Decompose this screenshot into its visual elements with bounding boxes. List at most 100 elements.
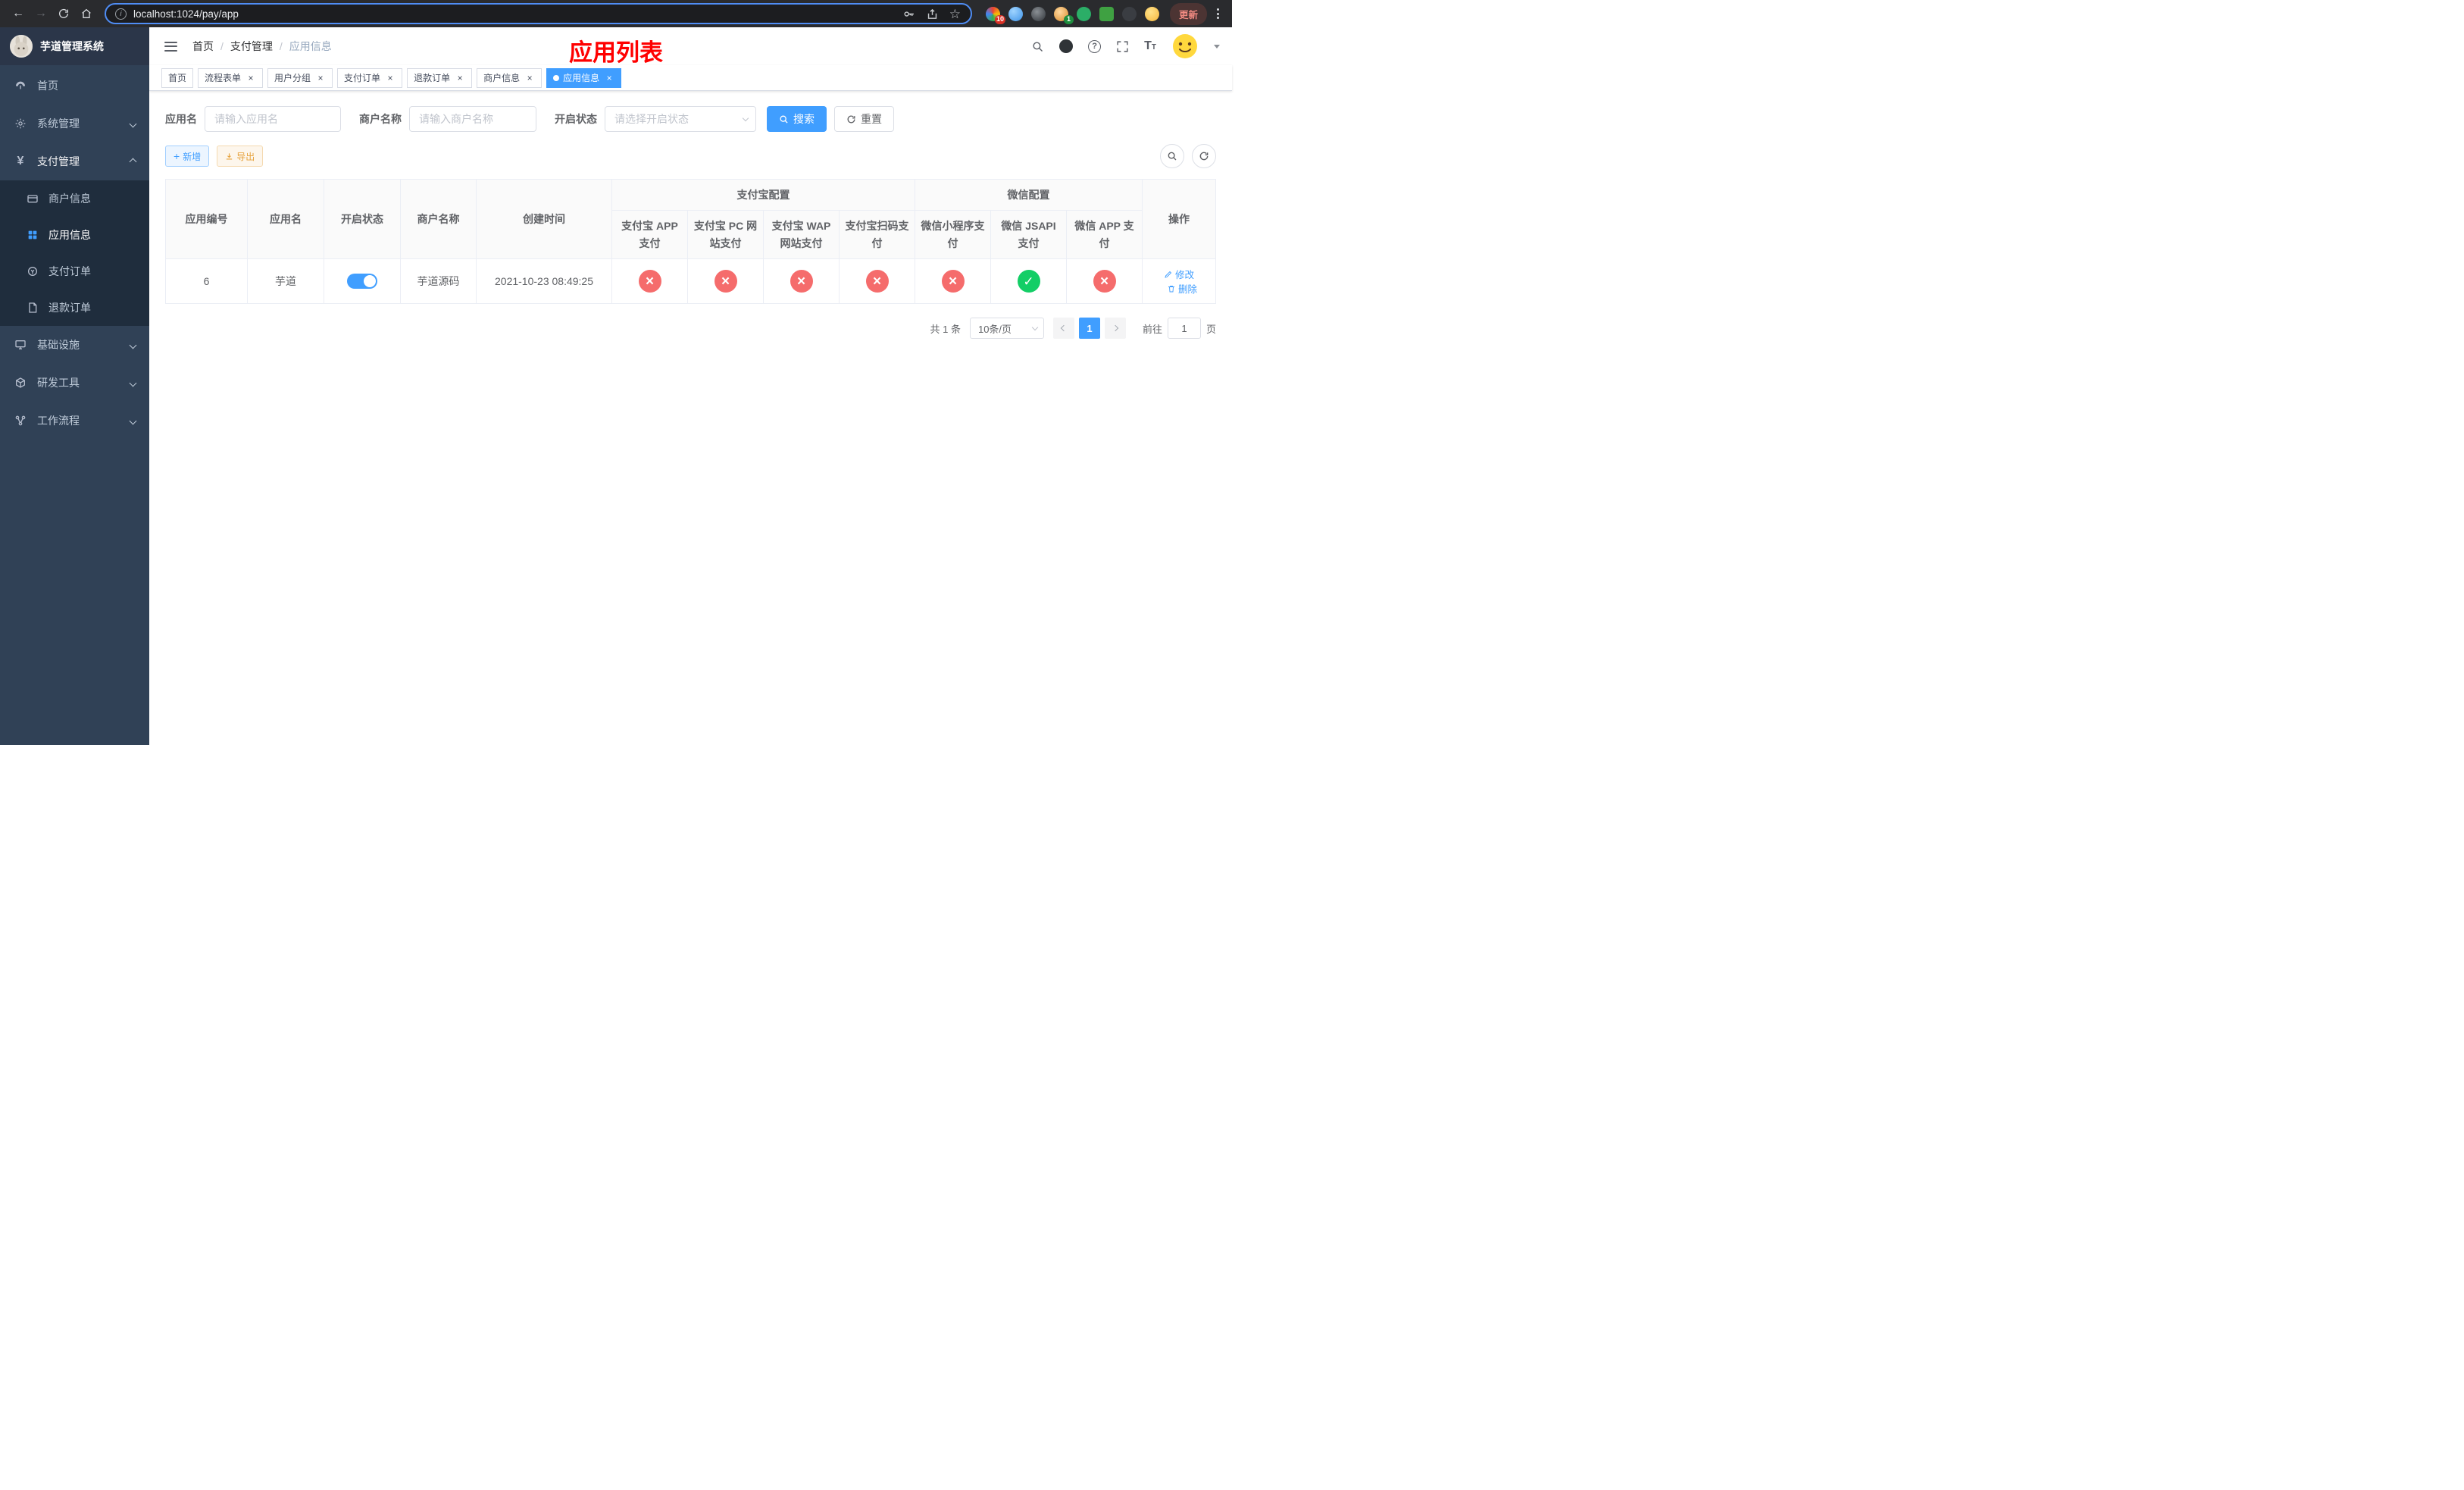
tab-app-info[interactable]: 应用信息: [546, 67, 622, 88]
trash-icon: [1168, 285, 1174, 293]
wx-mini-status-icon: [941, 270, 965, 293]
sidebar: 芋道管理系统 首页 系统管理 ¥ 支付管理 商户信息 应用信息 支付订单 退款订…: [0, 27, 149, 745]
close-icon[interactable]: [455, 73, 465, 83]
search-button[interactable]: 搜索: [767, 106, 827, 132]
tab-process-form[interactable]: 流程表单: [198, 67, 264, 88]
col-header-actions: 操作: [1142, 178, 1216, 260]
sidebar-toggle-icon[interactable]: [161, 39, 180, 55]
page-size-select[interactable]: 10条/页: [969, 318, 1044, 340]
refresh-icon: [1199, 152, 1209, 161]
font-size-icon[interactable]: TT: [1144, 40, 1156, 52]
chevron-left-icon: [1060, 324, 1068, 332]
status-select[interactable]: 请选择开启状态: [605, 106, 756, 132]
extension-blue-icon[interactable]: [1008, 6, 1023, 21]
cell-status: [324, 258, 401, 305]
extension-badge: 10: [994, 14, 1005, 24]
status-toggle[interactable]: [347, 274, 377, 290]
col-header-merchant: 商户名称: [400, 178, 477, 260]
col-header-app-name: 应用名: [247, 178, 324, 260]
sidebar-item-label: 基础设施: [37, 339, 80, 351]
extension-dark-sphere-icon[interactable]: [1030, 6, 1046, 21]
help-icon[interactable]: ?: [1088, 39, 1102, 53]
merchant-name-input[interactable]: [409, 106, 536, 132]
pagination-total: 共 1 条: [930, 323, 961, 335]
sidebar-item-home[interactable]: 首页: [0, 67, 149, 105]
prev-page-button[interactable]: [1052, 318, 1074, 340]
share-icon[interactable]: [926, 8, 939, 20]
table-toolbar: 新增 导出: [165, 144, 1216, 168]
plus-icon: [174, 151, 180, 161]
navbar-actions: ? TT: [1031, 33, 1220, 60]
close-icon[interactable]: [315, 73, 326, 83]
tab-refund-order[interactable]: 退款订单: [407, 67, 473, 88]
forward-button[interactable]: →: [30, 3, 52, 24]
sidebar-item-pay-order[interactable]: 支付订单: [0, 253, 149, 290]
tab-pay-order[interactable]: 支付订单: [337, 67, 403, 88]
search-icon[interactable]: [1031, 40, 1044, 53]
address-bar[interactable]: i localhost:1024/pay/app ☆: [105, 3, 972, 24]
chevron-right-icon: [1112, 324, 1119, 332]
refresh-button[interactable]: [53, 3, 74, 24]
home-button[interactable]: [76, 3, 97, 24]
extension-dark-pin-icon[interactable]: [1121, 6, 1137, 21]
fullscreen-icon[interactable]: [1116, 40, 1129, 53]
bookmark-star-icon[interactable]: ☆: [949, 8, 961, 20]
close-icon[interactable]: [524, 73, 535, 83]
merchant-name-label: 商户名称: [359, 113, 402, 125]
alipay-pc-status-icon: [714, 270, 737, 293]
delete-button[interactable]: 删除: [1167, 281, 1197, 296]
caret-down-icon[interactable]: [1214, 44, 1220, 49]
next-page-button[interactable]: [1104, 318, 1126, 340]
extension-green-book-icon[interactable]: [1099, 6, 1114, 21]
export-button[interactable]: 导出: [217, 146, 264, 167]
page-number-button[interactable]: 1: [1078, 318, 1100, 340]
github-icon[interactable]: [1059, 39, 1074, 53]
download-icon: [227, 152, 233, 159]
app-table: 应用编号 应用名 开启状态 商户名称 创建时间 支付宝配置 微信配置 操作 支付…: [165, 178, 1216, 305]
site-info-icon[interactable]: i: [115, 8, 127, 20]
reset-button[interactable]: 重置: [834, 106, 894, 132]
top-navbar: 首页 支付管理 应用信息 ? TT: [149, 27, 1232, 65]
app-name-input[interactable]: [205, 106, 341, 132]
alipay-qr-status-icon: [865, 270, 889, 293]
search-icon: [780, 115, 788, 124]
sidebar-item-app-info[interactable]: 应用信息: [0, 217, 149, 253]
sidebar-item-system[interactable]: 系统管理: [0, 105, 149, 142]
tab-user-group[interactable]: 用户分组: [267, 67, 333, 88]
chevron-down-icon: [129, 417, 137, 424]
sidebar-item-payment[interactable]: ¥ 支付管理: [0, 142, 149, 180]
sidebar-item-infrastructure[interactable]: 基础设施: [0, 326, 149, 364]
sidebar-item-workflow[interactable]: 工作流程: [0, 402, 149, 440]
edit-button[interactable]: 修改: [1164, 267, 1194, 281]
col-header-create-time: 创建时间: [476, 178, 612, 260]
tags-view: 首页 流程表单 用户分组 支付订单 退款订单 商户信息 应用信息: [149, 65, 1232, 91]
sidebar-item-merchant-info[interactable]: 商户信息: [0, 180, 149, 217]
tab-merchant-info[interactable]: 商户信息: [477, 67, 543, 88]
sidebar-item-refund-order[interactable]: 退款订单: [0, 290, 149, 326]
password-key-icon[interactable]: [902, 8, 915, 20]
close-icon[interactable]: [245, 73, 256, 83]
show-search-toggle-button[interactable]: [1160, 144, 1184, 168]
close-icon[interactable]: [604, 73, 614, 83]
tab-home[interactable]: 首页: [161, 67, 194, 88]
extension-avatar-icon[interactable]: 1: [1053, 6, 1074, 24]
col-header-alipay-app: 支付宝 APP 支付: [611, 210, 688, 260]
add-button[interactable]: 新增: [165, 146, 210, 167]
refresh-table-button[interactable]: [1192, 144, 1216, 168]
extension-colorful-icon[interactable]: 10: [985, 6, 1005, 24]
app-logo[interactable]: 芋道管理系统: [0, 27, 149, 65]
extension-green-circle-icon[interactable]: [1076, 6, 1091, 21]
chrome-update-button[interactable]: 更新: [1169, 2, 1207, 25]
back-button[interactable]: ←: [8, 3, 29, 24]
goto-page-input[interactable]: [1167, 318, 1201, 340]
breadcrumb-payment[interactable]: 支付管理: [230, 39, 273, 54]
browser-menu-icon[interactable]: [1212, 5, 1224, 22]
sidebar-item-devtools[interactable]: 研发工具: [0, 364, 149, 402]
chevron-down-icon: [129, 341, 137, 349]
gear-icon: [14, 117, 27, 130]
extension-emoji-icon[interactable]: [1144, 6, 1159, 21]
sidebar-item-label: 支付订单: [48, 265, 91, 277]
close-icon[interactable]: [385, 73, 396, 83]
avatar[interactable]: [1171, 33, 1199, 60]
breadcrumb-home[interactable]: 首页: [192, 39, 214, 54]
